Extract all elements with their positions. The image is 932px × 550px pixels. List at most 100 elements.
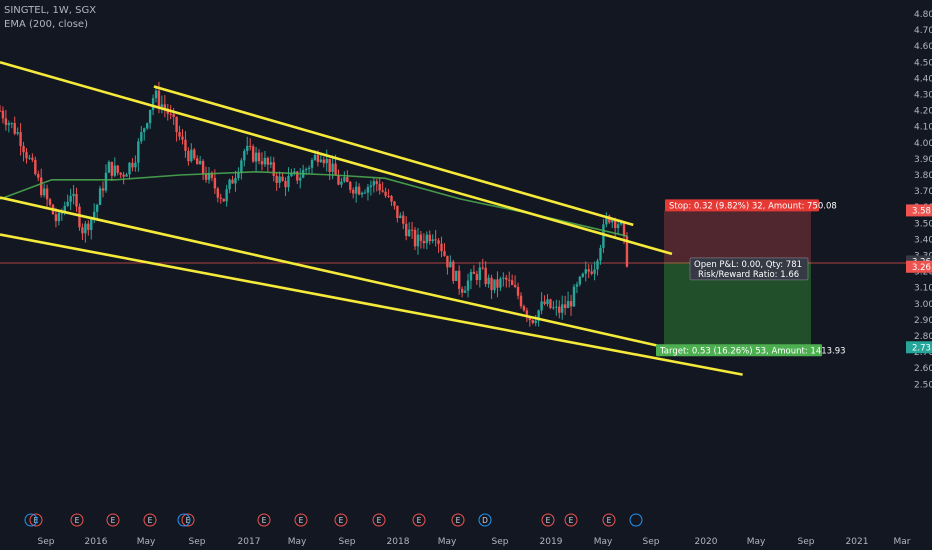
candle[interactable]	[95, 204, 99, 212]
candle[interactable]	[516, 286, 520, 296]
candle[interactable]	[378, 183, 381, 191]
candle[interactable]	[0, 110, 2, 112]
candle[interactable]	[581, 273, 585, 277]
candle[interactable]	[384, 191, 387, 196]
candle[interactable]	[45, 188, 49, 200]
candle[interactable]	[131, 162, 134, 168]
candle[interactable]	[599, 247, 602, 261]
candle[interactable]	[313, 154, 317, 161]
candle[interactable]	[269, 162, 273, 165]
candle[interactable]	[310, 160, 314, 168]
candle[interactable]	[546, 299, 549, 305]
candle[interactable]	[446, 255, 449, 268]
candle[interactable]	[354, 186, 358, 194]
candle[interactable]	[172, 114, 175, 118]
candle[interactable]	[372, 181, 376, 186]
candle[interactable]	[28, 157, 31, 159]
candle[interactable]	[457, 270, 461, 289]
candle[interactable]	[243, 150, 246, 161]
candle[interactable]	[499, 278, 502, 288]
candle[interactable]	[69, 196, 72, 202]
candle[interactable]	[407, 229, 411, 237]
candle[interactable]	[322, 159, 325, 164]
candle[interactable]	[263, 157, 267, 165]
candle[interactable]	[490, 277, 493, 291]
candle[interactable]	[343, 177, 346, 182]
trend-line-1[interactable]	[0, 61, 673, 256]
candle[interactable]	[572, 286, 576, 307]
candle[interactable]	[143, 128, 146, 133]
candle[interactable]	[602, 224, 605, 248]
candle[interactable]	[4, 118, 8, 125]
candle[interactable]	[240, 160, 243, 173]
candle[interactable]	[510, 280, 514, 285]
candle[interactable]	[431, 239, 434, 242]
candle[interactable]	[481, 267, 484, 269]
candle[interactable]	[260, 161, 264, 165]
candle[interactable]	[363, 192, 367, 194]
candle[interactable]	[145, 123, 149, 129]
candle[interactable]	[466, 280, 470, 291]
candle[interactable]	[13, 123, 16, 134]
candle[interactable]	[216, 188, 220, 198]
candle[interactable]	[169, 113, 172, 115]
candle[interactable]	[104, 172, 108, 191]
candle[interactable]	[493, 279, 496, 291]
candle[interactable]	[134, 162, 137, 168]
candle[interactable]	[452, 261, 455, 281]
price-chart[interactable]: Stop: 0.32 (9.82%) 32, Amount: 750.08 Tar…	[0, 0, 932, 550]
candle[interactable]	[569, 301, 573, 307]
candle[interactable]	[593, 269, 596, 274]
candle[interactable]	[66, 201, 69, 206]
candle[interactable]	[331, 163, 334, 172]
candle[interactable]	[54, 214, 58, 222]
candle[interactable]	[463, 290, 467, 293]
candle[interactable]	[128, 162, 131, 175]
candle[interactable]	[187, 150, 190, 162]
candle[interactable]	[440, 243, 443, 252]
candle[interactable]	[122, 174, 125, 177]
candle[interactable]	[254, 152, 258, 162]
candle[interactable]	[508, 279, 511, 281]
candle[interactable]	[337, 175, 340, 185]
candle[interactable]	[519, 295, 523, 307]
candle[interactable]	[87, 223, 90, 230]
candle[interactable]	[396, 205, 399, 219]
candle[interactable]	[213, 177, 217, 189]
candle[interactable]	[578, 276, 582, 285]
candle[interactable]	[487, 277, 490, 285]
candle[interactable]	[299, 177, 302, 181]
candle[interactable]	[443, 251, 446, 256]
pnl-box[interactable]: Open P&L: 0.00, Qty: 781Risk/Reward Rati…	[689, 257, 809, 281]
candle[interactable]	[19, 132, 22, 147]
candle[interactable]	[319, 159, 323, 162]
candle[interactable]	[587, 269, 590, 272]
candle[interactable]	[7, 123, 11, 125]
candle[interactable]	[561, 304, 564, 313]
candle[interactable]	[148, 109, 152, 124]
candle[interactable]	[287, 176, 290, 188]
candle[interactable]	[413, 229, 417, 247]
candle[interactable]	[402, 215, 405, 224]
candle[interactable]	[366, 186, 370, 193]
candle[interactable]	[616, 224, 620, 229]
trend-line-4[interactable]	[0, 233, 743, 376]
candle[interactable]	[460, 288, 464, 293]
candle[interactable]	[346, 177, 349, 183]
candle[interactable]	[272, 162, 275, 176]
candle[interactable]	[251, 146, 255, 162]
candle[interactable]	[190, 149, 193, 162]
candle[interactable]	[37, 174, 40, 178]
candle[interactable]	[513, 284, 517, 287]
candle[interactable]	[225, 189, 228, 202]
candle[interactable]	[543, 301, 546, 305]
candle[interactable]	[113, 165, 116, 176]
candle[interactable]	[419, 234, 423, 241]
candle[interactable]	[75, 193, 78, 207]
candle[interactable]	[25, 152, 28, 159]
candle[interactable]	[284, 180, 287, 188]
candle[interactable]	[531, 320, 534, 324]
candle[interactable]	[137, 141, 140, 163]
symbol-title[interactable]: SINGTEL, 1W, SGX	[4, 4, 96, 18]
candle[interactable]	[72, 193, 75, 197]
